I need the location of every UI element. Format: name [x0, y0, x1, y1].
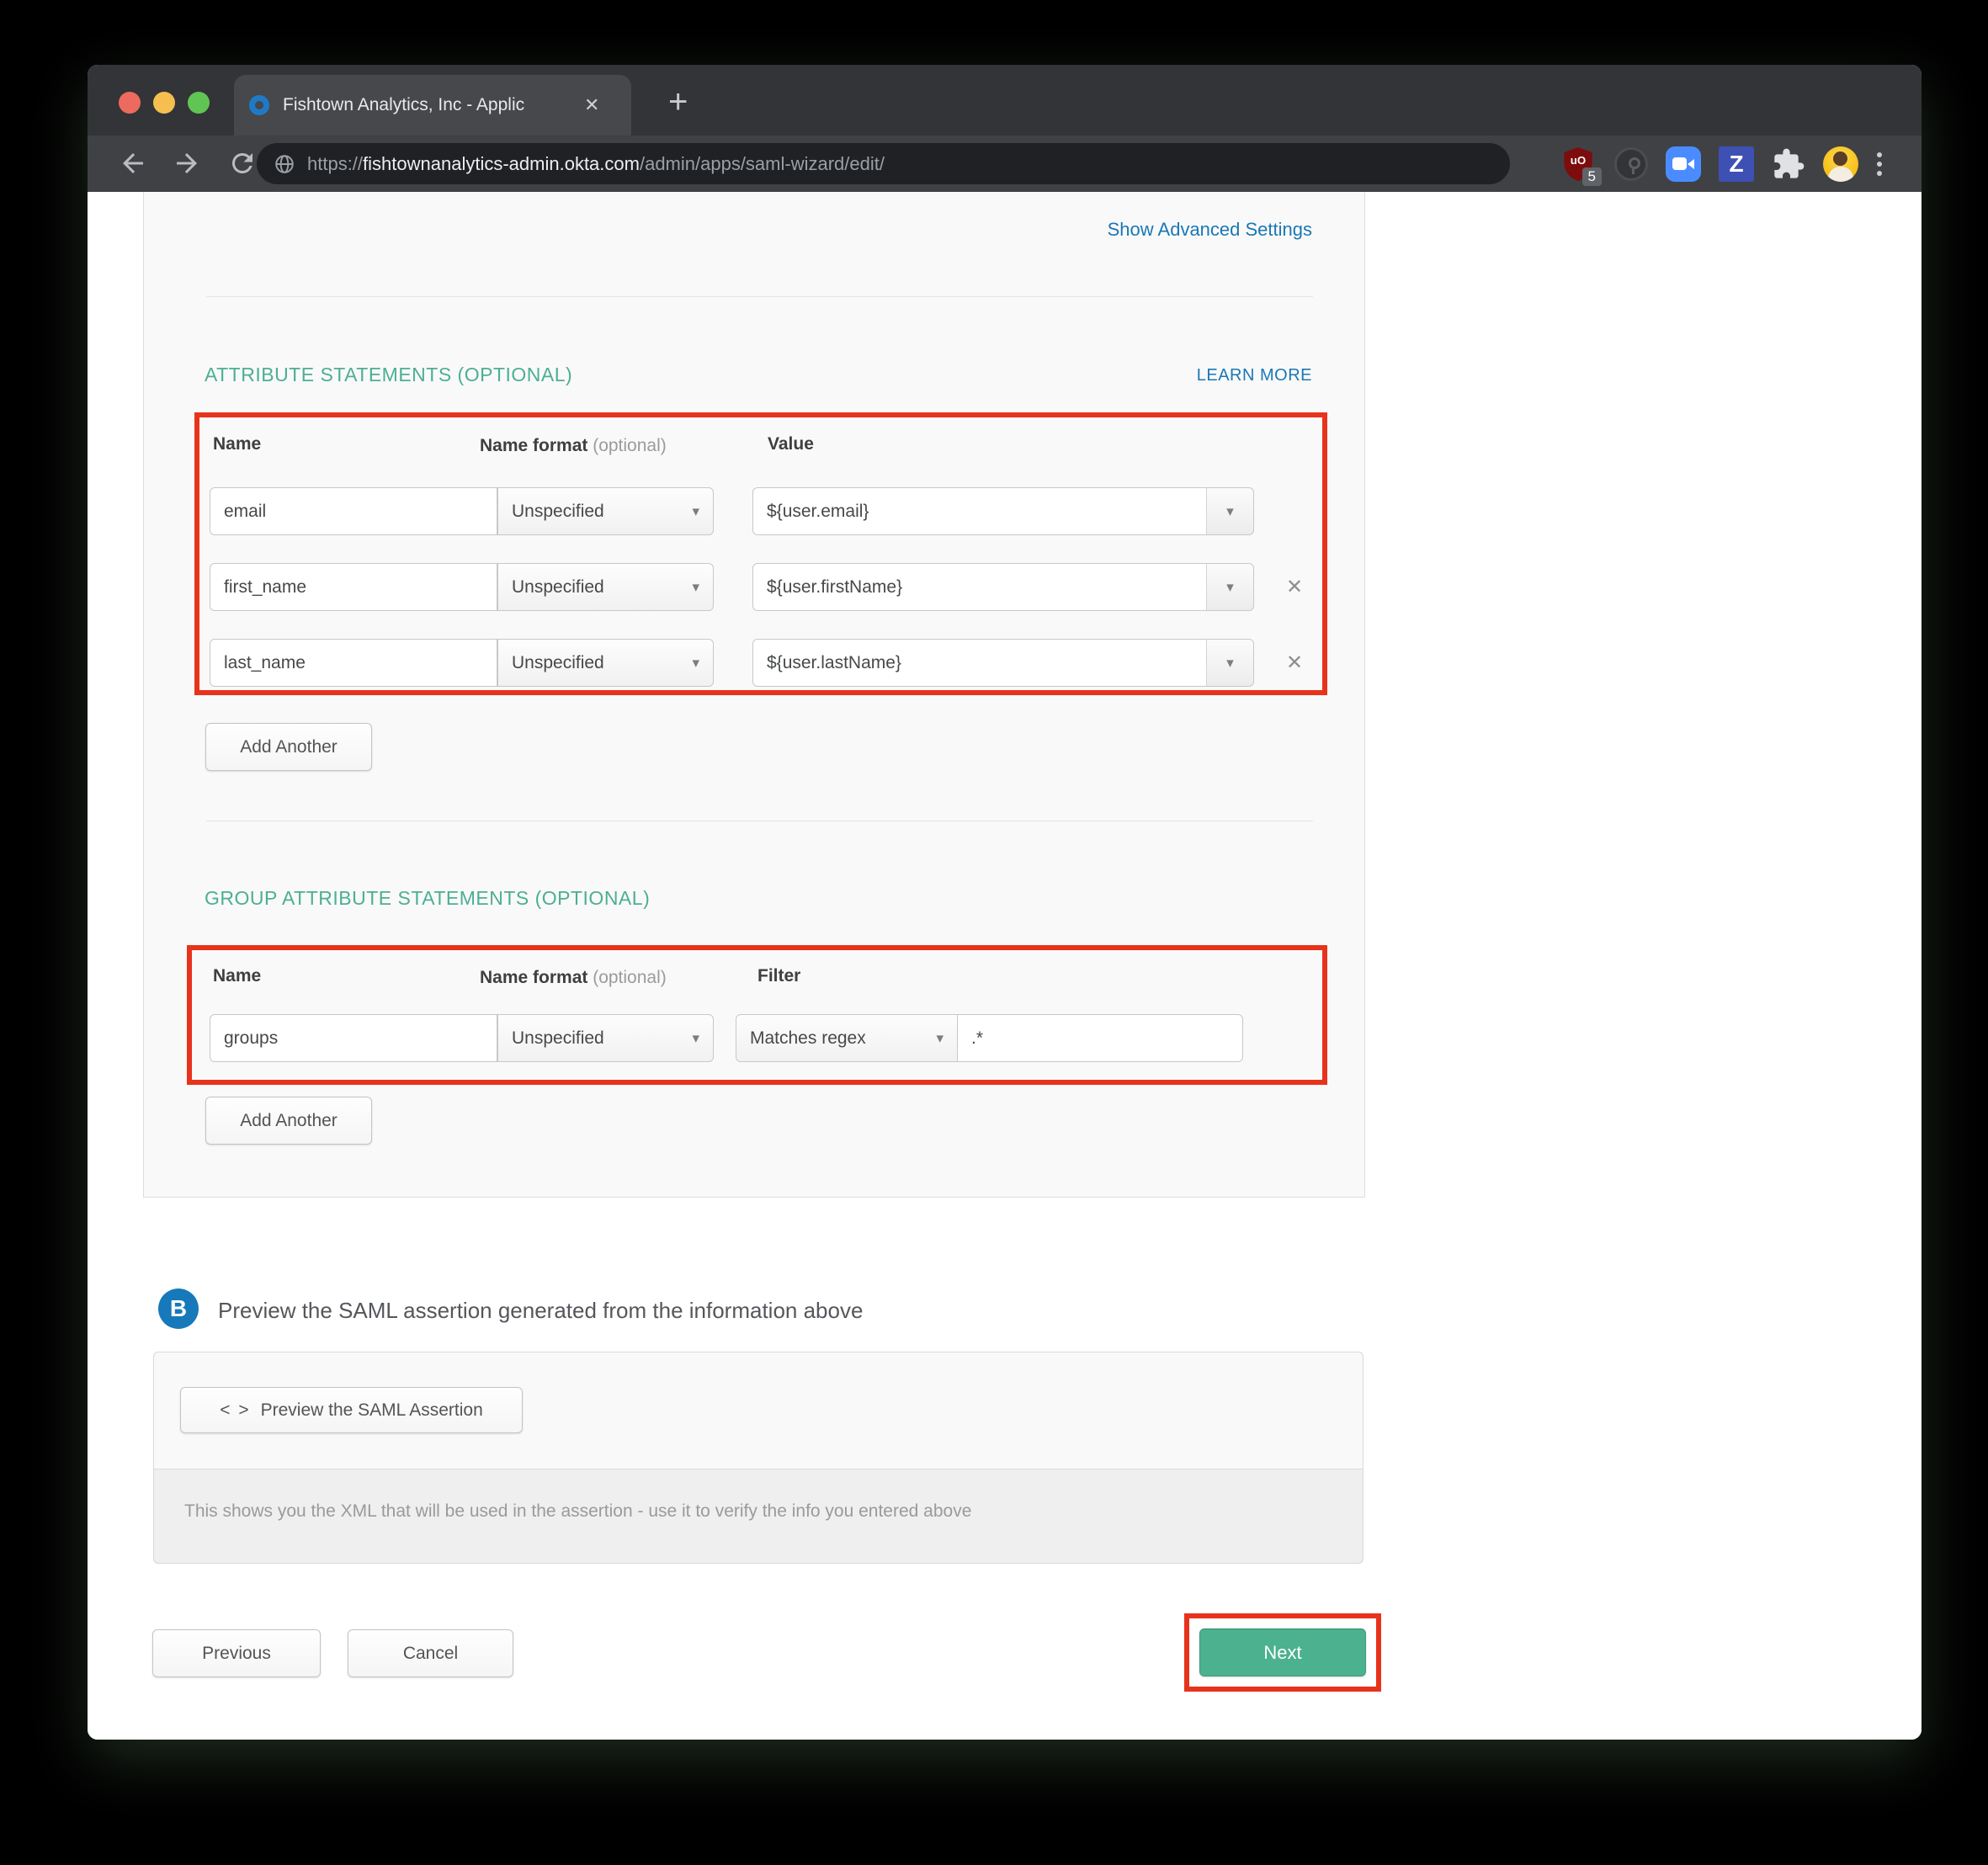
- browser-toolbar: https://fishtownanalytics-admin.okta.com…: [88, 135, 1922, 192]
- attribute-statements-title: ATTRIBUTE STATEMENTS (OPTIONAL): [205, 364, 572, 386]
- profile-avatar[interactable]: [1823, 146, 1858, 182]
- add-another-attribute-button[interactable]: Add Another: [205, 723, 372, 771]
- attr-value-dropdown-button[interactable]: ▾: [1206, 563, 1254, 611]
- url-scheme: https://: [307, 153, 363, 174]
- show-advanced-settings-link[interactable]: Show Advanced Settings: [1108, 219, 1312, 241]
- url-host: fishtownanalytics-admin.okta.com: [363, 153, 640, 174]
- browser-tab[interactable]: Fishtown Analytics, Inc - Applic ✕: [234, 75, 631, 135]
- code-brackets-icon: < >: [220, 1400, 250, 1421]
- group-attribute-statements-title: GROUP ATTRIBUTE STATEMENTS (OPTIONAL): [205, 887, 650, 910]
- attr-format-select[interactable]: Unspecified: [497, 639, 714, 687]
- back-icon[interactable]: [118, 148, 148, 178]
- attr-format-select[interactable]: Unspecified: [497, 487, 714, 535]
- attr-value-input[interactable]: ${user.email}: [752, 487, 1207, 535]
- group-filter-type-select[interactable]: Matches regex: [736, 1014, 958, 1062]
- onepassword-icon[interactable]: [1614, 147, 1648, 181]
- ublock-origin-icon[interactable]: uO 5: [1561, 146, 1597, 183]
- col-header-name: Name: [213, 966, 261, 986]
- step-b-badge: B: [158, 1288, 199, 1329]
- preview-hint-text: This shows you the XML that will be used…: [184, 1501, 971, 1522]
- extension-icons: uO 5 Z: [1561, 146, 1883, 183]
- fullscreen-window-button[interactable]: [188, 92, 210, 114]
- previous-button[interactable]: Previous: [152, 1629, 321, 1677]
- divider: [206, 296, 1313, 297]
- attr-name-input[interactable]: email: [210, 487, 497, 535]
- remove-row-icon[interactable]: ✕: [1286, 651, 1303, 675]
- learn-more-link[interactable]: LEARN MORE: [1197, 366, 1312, 385]
- group-name-input[interactable]: groups: [210, 1014, 497, 1062]
- col-header-name-format: Name format (optional): [480, 968, 667, 988]
- okta-favicon-icon: [249, 95, 269, 115]
- add-another-group-button[interactable]: Add Another: [205, 1097, 372, 1145]
- page-content: Show Advanced Settings ATTRIBUTE STATEME…: [88, 192, 1922, 1740]
- col-header-value: Value: [768, 434, 814, 454]
- site-info-globe-icon[interactable]: [274, 153, 295, 175]
- col-header-filter: Filter: [757, 966, 800, 986]
- col-header-name-format: Name format (optional): [480, 436, 667, 456]
- attr-name-input[interactable]: first_name: [210, 563, 497, 611]
- browser-window: Fishtown Analytics, Inc - Applic ✕ + htt…: [88, 65, 1922, 1740]
- attr-value-dropdown-button[interactable]: ▾: [1206, 639, 1254, 687]
- zoom-camera-icon[interactable]: [1666, 146, 1701, 182]
- preview-section-heading: Preview the SAML assertion generated fro…: [218, 1298, 863, 1324]
- attr-format-select[interactable]: Unspecified: [497, 563, 714, 611]
- cancel-button[interactable]: Cancel: [348, 1629, 513, 1677]
- preview-hint-strip: This shows you the XML that will be used…: [153, 1469, 1363, 1564]
- forward-icon[interactable]: [172, 148, 202, 178]
- next-button[interactable]: Next: [1199, 1629, 1366, 1676]
- ublock-badge: 5: [1582, 167, 1602, 186]
- tab-close-icon[interactable]: ✕: [584, 94, 599, 116]
- url-path: /admin/apps/saml-wizard/edit/: [640, 153, 885, 174]
- attr-name-input[interactable]: last_name: [210, 639, 497, 687]
- next-button-highlight-box: Next: [1184, 1613, 1381, 1692]
- tab-strip: Fishtown Analytics, Inc - Applic ✕ +: [88, 65, 1922, 135]
- url-bar[interactable]: https://fishtownanalytics-admin.okta.com…: [257, 143, 1510, 184]
- preview-saml-assertion-button[interactable]: < > Preview the SAML Assertion: [180, 1387, 523, 1433]
- group-format-select[interactable]: Unspecified: [497, 1014, 714, 1062]
- attr-value-dropdown-button[interactable]: ▾: [1206, 487, 1254, 535]
- reload-icon[interactable]: [227, 148, 258, 178]
- attr-value-input[interactable]: ${user.firstName}: [752, 563, 1207, 611]
- close-window-button[interactable]: [119, 92, 141, 114]
- group-filter-value-input[interactable]: .*: [957, 1014, 1243, 1062]
- svg-text:uO: uO: [1571, 154, 1587, 167]
- z-extension-icon[interactable]: Z: [1719, 146, 1754, 182]
- url-text: https://fishtownanalytics-admin.okta.com…: [307, 153, 885, 175]
- new-tab-button[interactable]: +: [668, 83, 688, 120]
- minimize-window-button[interactable]: [153, 92, 175, 114]
- chrome-menu-icon[interactable]: [1876, 147, 1883, 181]
- extensions-puzzle-icon[interactable]: [1772, 147, 1805, 181]
- tab-title: Fishtown Analytics, Inc - Applic: [283, 95, 577, 115]
- remove-row-icon[interactable]: ✕: [1286, 575, 1303, 599]
- attr-value-input[interactable]: ${user.lastName}: [752, 639, 1207, 687]
- col-header-name: Name: [213, 434, 261, 454]
